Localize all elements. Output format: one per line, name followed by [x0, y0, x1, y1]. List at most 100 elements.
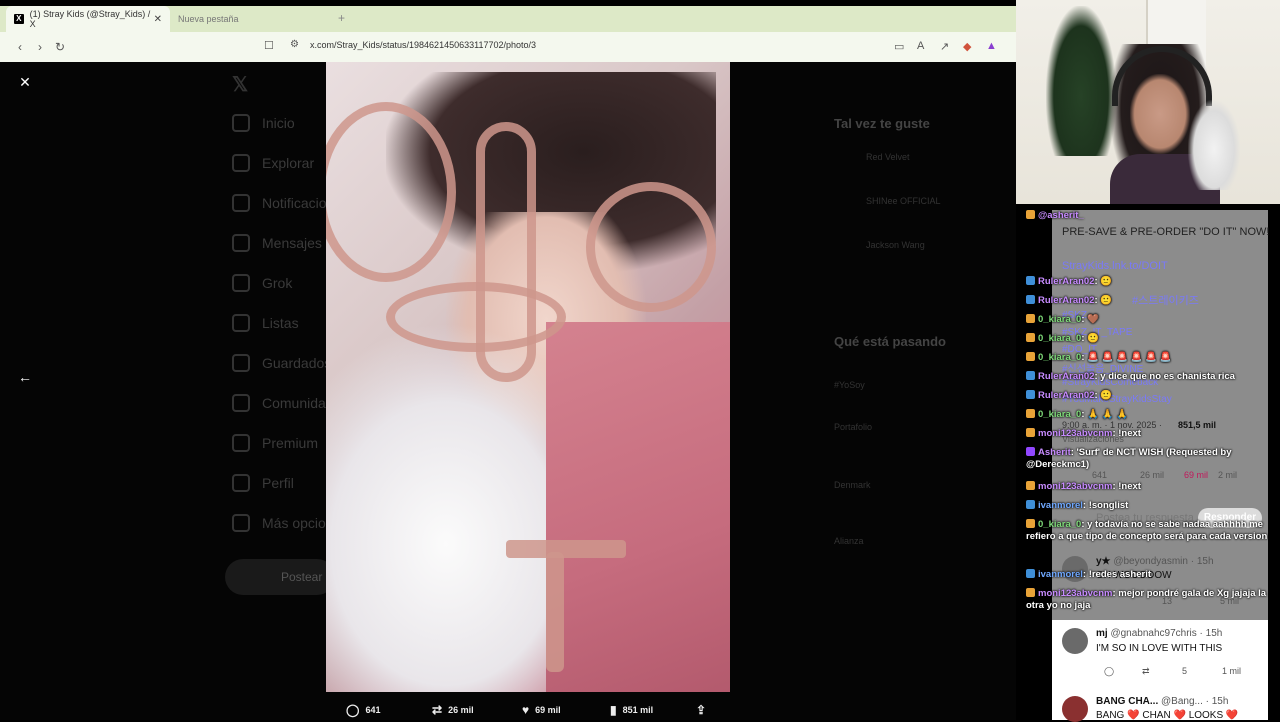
nav-profile[interactable]: Perfil [232, 474, 294, 492]
webcam-feed [1016, 0, 1280, 204]
url-field[interactable]: x.com/Stray_Kids/status/1984621450633117… [310, 40, 536, 50]
sub-badge-icon [1026, 500, 1035, 509]
forward-icon[interactable]: › [30, 40, 50, 54]
suggested-account[interactable]: Jackson Wang [866, 240, 925, 250]
previous-photo-button[interactable]: ← [14, 366, 36, 388]
sub-badge-icon [1026, 481, 1035, 490]
tab-stray-kids[interactable]: X (1) Stray Kids (@Stray_Kids) / X ✕ [6, 6, 170, 32]
chat-message: RulerAran02: 🙂 [1026, 390, 1268, 402]
suggested-account[interactable]: SHINee OFFICIAL [866, 196, 941, 206]
doodle-stroke [546, 552, 564, 672]
screen-icon[interactable]: ▭ [894, 40, 904, 53]
jacket-region [546, 322, 730, 692]
address-bar: ‹ › ↻ ☐ x.com/Stray_Kids/status/19846214… [0, 32, 1016, 62]
chat-message: 0_kiara_0: 🙂 [1026, 333, 1268, 345]
doodle-loop [586, 182, 716, 312]
trend-item[interactable]: Alianza [834, 536, 864, 546]
browser-window: X (1) Stray Kids (@Stray_Kids) / X ✕ Nue… [0, 0, 1016, 720]
x-logo-icon: X [14, 14, 24, 24]
chat-message: 0_kiara_0: y todavía no se sabe nadaa aa… [1026, 519, 1268, 542]
plush-toy [1188, 100, 1240, 190]
rewards-icon[interactable]: ▲ [986, 40, 997, 52]
grok-icon [232, 274, 250, 292]
bookmark-icon[interactable]: ☐ [264, 39, 274, 52]
trend-item[interactable]: Denmark [834, 480, 871, 490]
sub-badge-icon [1026, 314, 1035, 323]
photo-action-bar: ◯ 641 ⇄ 26 mil ♥ 69 mil ▮ 851 mil ⇪ [326, 700, 730, 720]
repost-action[interactable]: ⇄ 26 mil [432, 703, 474, 717]
nav-explore[interactable]: Explorar [232, 154, 314, 172]
sub-badge-icon [1026, 210, 1035, 219]
brave-shield-icon[interactable]: ◆ [963, 40, 971, 53]
like-action[interactable]: ♥ 69 mil [522, 703, 561, 717]
people-icon [232, 394, 250, 412]
chat-message: RulerAran02: y dice que no es chanista r… [1026, 371, 1268, 383]
sub-badge-icon [1026, 333, 1035, 342]
chat-message: 0_kiara_0: 🤎 [1026, 314, 1268, 326]
sub-badge-icon [1026, 519, 1035, 528]
chat-message: RulerAran02: 🙂 [1026, 295, 1268, 307]
chat-message: RulerAran02: 🙂 [1026, 276, 1268, 288]
broadcaster-badge-icon [1026, 447, 1035, 456]
user-icon [232, 474, 250, 492]
new-tab-button[interactable]: + [338, 11, 345, 25]
nav-lists[interactable]: Listas [232, 314, 299, 332]
nav-premium[interactable]: Premium [232, 434, 318, 452]
tab-new[interactable]: Nueva pestaña [170, 6, 330, 32]
list-icon [232, 314, 250, 332]
photo-viewer-image [326, 62, 730, 692]
trend-item[interactable]: #YoSoy [834, 380, 865, 390]
suggested-account[interactable]: Red Velvet [866, 152, 910, 162]
share-icon[interactable]: ↗ [940, 40, 949, 53]
trend-item[interactable]: Portafolio [834, 422, 872, 432]
close-viewer-button[interactable]: ✕ [14, 71, 36, 93]
x-home-logo[interactable]: 𝕏 [232, 72, 248, 97]
stream-chat: @asherit_ RulerAran02: 🙂 RulerAran02: 🙂 … [1026, 206, 1268, 720]
chat-message: moni123abvcnm: mejor pondré gala de Xg j… [1026, 588, 1267, 611]
nav-bookmarks[interactable]: Guardados [232, 354, 331, 372]
sub-badge-icon [1026, 409, 1035, 418]
sub-badge-icon [1026, 588, 1035, 597]
doodle-stroke [506, 540, 626, 558]
sub-badge-icon [1026, 295, 1035, 304]
post-button[interactable]: Postear [225, 559, 335, 595]
sub-badge-icon [1026, 569, 1035, 578]
x-page: 𝕏 Inicio Explorar Notificaciones Mensaje… [0, 62, 1016, 720]
chat-message: 0_kiara_0: 🚨 🚨 🚨 🚨 🚨 🚨 [1026, 352, 1268, 364]
site-settings-icon[interactable]: ⚙ [290, 39, 299, 50]
share-icon: ⇪ [696, 703, 707, 717]
bookmark-icon [232, 354, 250, 372]
nav-home[interactable]: Inicio [232, 114, 295, 132]
tab-close-icon[interactable]: ✕ [154, 14, 162, 25]
heart-icon: ♥ [522, 703, 530, 717]
chat-message: moni123abvcnm: !next [1026, 481, 1268, 493]
repost-icon: ⇄ [432, 703, 443, 717]
chat-message: 0_kiara_0: 🙏 🙏 🙏 [1026, 409, 1268, 421]
chat-message: Asherit: 'Surf' de NCT WISH (Requested b… [1026, 447, 1232, 470]
reload-icon[interactable]: ↻ [50, 40, 70, 54]
back-icon[interactable]: ‹ [10, 40, 30, 54]
sub-badge-icon [1026, 352, 1035, 361]
views-action[interactable]: ▮ 851 mil [610, 703, 653, 717]
share-action[interactable]: ⇪ [696, 703, 706, 717]
tab-bar: X (1) Stray Kids (@Stray_Kids) / X ✕ Nue… [0, 6, 1016, 32]
section-title: Qué está pasando [834, 334, 946, 349]
bell-icon [232, 194, 250, 212]
nav-grok[interactable]: Grok [232, 274, 292, 292]
x-icon [232, 434, 250, 452]
section-title: Tal vez te guste [834, 116, 930, 131]
chat-message: moni123abvcnm: !next [1026, 428, 1268, 440]
translate-icon[interactable]: A [917, 40, 924, 52]
tab-title: Nueva pestaña [178, 14, 239, 24]
search-icon [232, 154, 250, 172]
more-circle-icon [232, 514, 250, 532]
chat-message: ivanmorel: !redes asherit [1026, 569, 1268, 581]
sub-badge-icon [1026, 390, 1035, 399]
tab-title: (1) Stray Kids (@Stray_Kids) / X [29, 9, 151, 29]
reply-action[interactable]: ◯ 641 [346, 703, 380, 717]
chat-message: @asherit_ [1026, 210, 1268, 222]
sub-badge-icon [1026, 428, 1035, 437]
doodle-loop [386, 282, 566, 352]
nav-messages[interactable]: Mensajes [232, 234, 322, 252]
sub-badge-icon [1026, 276, 1035, 285]
